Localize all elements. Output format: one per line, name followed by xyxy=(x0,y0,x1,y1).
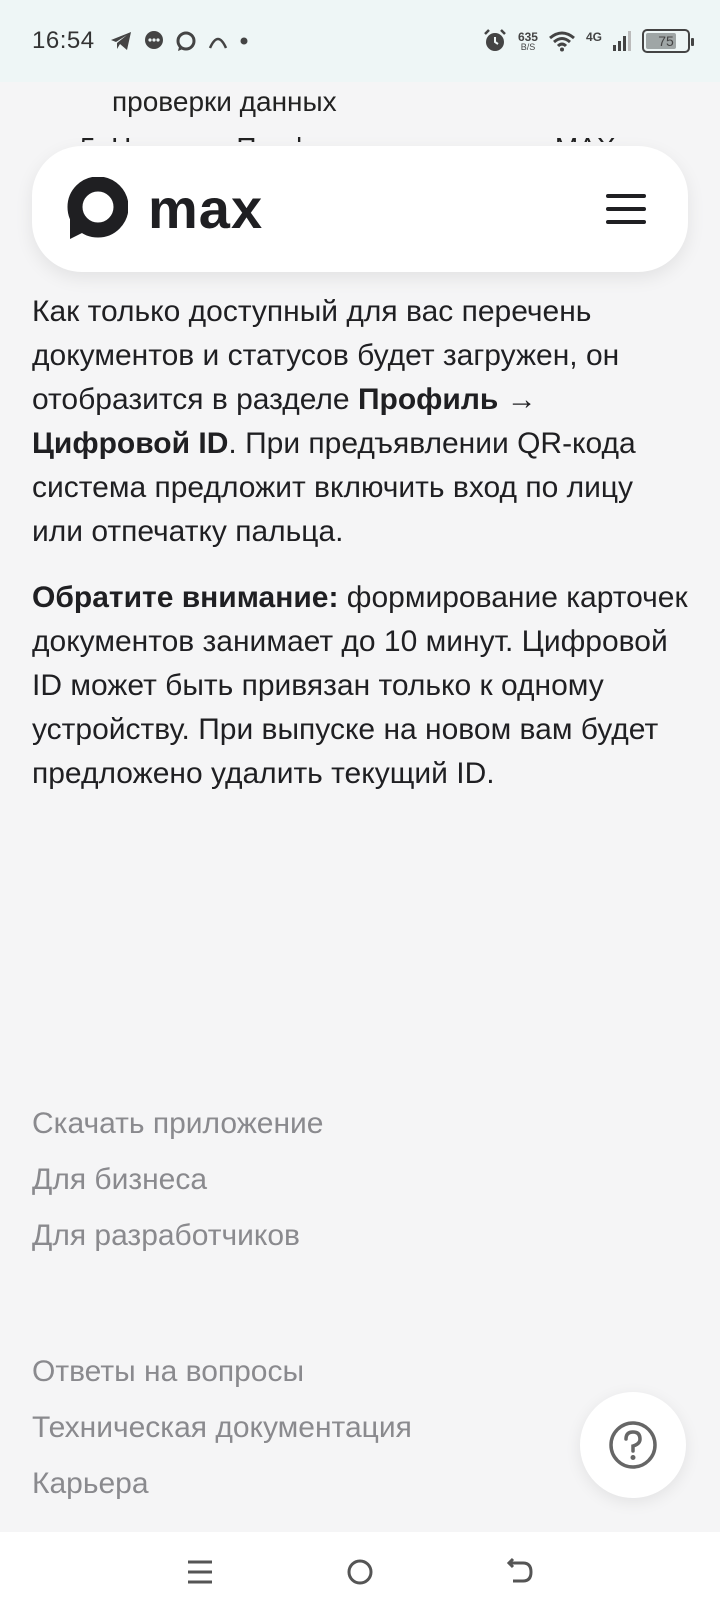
network-type: 4G xyxy=(585,30,602,44)
recent-apps-button[interactable] xyxy=(170,1542,230,1602)
home-circle-icon xyxy=(347,1559,373,1585)
back-button[interactable] xyxy=(490,1542,550,1602)
status-left: 16:54 xyxy=(32,27,249,55)
telegram-icon xyxy=(110,32,131,50)
question-circle-icon xyxy=(609,1421,657,1469)
menu-icon xyxy=(188,1560,212,1584)
scrolled-text-line-hidden: 5. Нажмите Профиль в приложении MAX xyxy=(80,128,640,142)
scrolled-text-line: проверки данных xyxy=(112,86,337,117)
max-logo-icon xyxy=(67,177,128,239)
status-time: 16:54 xyxy=(32,27,95,54)
hamburger-line xyxy=(606,207,646,211)
battery-icon: 75 xyxy=(642,29,694,53)
status-bar: 16:54 635 B/S 4G 75 xyxy=(0,0,720,82)
hamburger-line xyxy=(606,194,646,198)
wifi-icon xyxy=(549,31,575,52)
footer-link-careers[interactable]: Карьера xyxy=(32,1456,412,1512)
home-button[interactable] xyxy=(330,1542,390,1602)
help-button[interactable] xyxy=(580,1392,686,1498)
battery-level: 75 xyxy=(658,33,674,49)
logo-text: max xyxy=(148,177,264,240)
footer-link-faq[interactable]: Ответы на вопросы xyxy=(32,1344,412,1400)
network-speed: 635 B/S xyxy=(518,31,538,52)
footer-link-business[interactable]: Для бизнеса xyxy=(32,1152,323,1208)
footer-link-tech-docs[interactable]: Техническая документация xyxy=(32,1400,412,1456)
signal-icon xyxy=(613,31,631,51)
max-app-icon xyxy=(176,31,196,51)
article-content: Как только доступный для вас перечень до… xyxy=(32,290,692,796)
footer-link-download[interactable]: Скачать приложение xyxy=(32,1096,323,1152)
note-label: Обратите внимание: xyxy=(32,581,339,614)
arc-icon xyxy=(208,37,227,49)
hamburger-line xyxy=(606,220,646,224)
hamburger-menu-button[interactable] xyxy=(606,194,646,224)
paragraph-digital-id: Как только доступный для вас перечень до… xyxy=(32,290,692,554)
notification-icons xyxy=(109,30,249,52)
chat-bubble-icon xyxy=(144,31,163,49)
footer-links-secondary: Ответы на вопросы Техническая документац… xyxy=(32,1344,412,1512)
footer-link-developers[interactable]: Для разработчиков xyxy=(32,1208,323,1264)
footer-links-primary: Скачать приложение Для бизнеса Для разра… xyxy=(32,1096,323,1264)
network-speed-unit: B/S xyxy=(520,41,536,52)
paragraph-note: Обратите внимание: формирование карточек… xyxy=(32,576,692,796)
dot-icon xyxy=(240,37,248,45)
network-speed-value: 635 xyxy=(517,29,538,44)
system-navigation-bar xyxy=(0,1532,720,1612)
status-right: 635 B/S 4G 75 xyxy=(482,28,694,54)
back-icon xyxy=(506,1557,533,1583)
site-header: max xyxy=(32,146,688,272)
logo-link[interactable]: max xyxy=(64,177,263,241)
alarm-icon xyxy=(484,29,506,51)
